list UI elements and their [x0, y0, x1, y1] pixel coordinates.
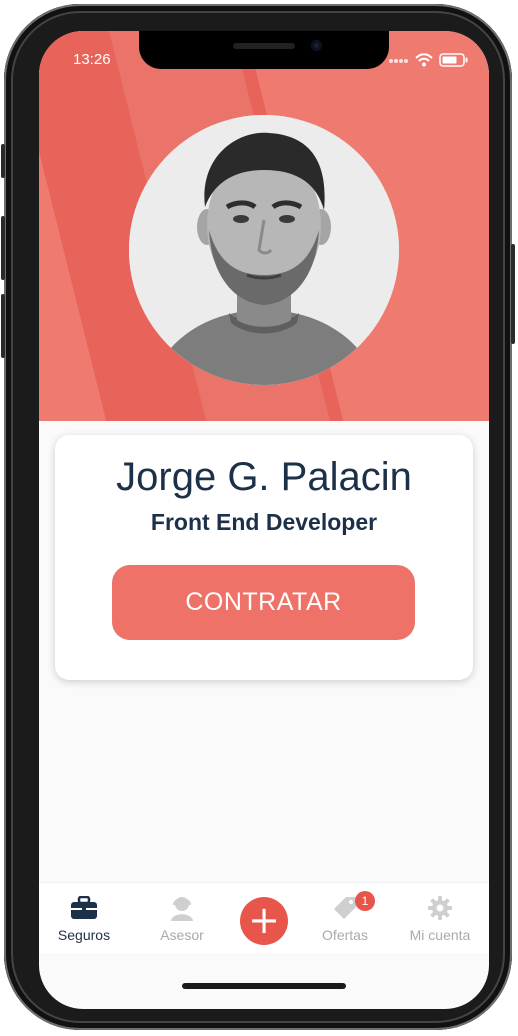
wifi-icon	[415, 53, 433, 67]
profile-role: Front End Developer	[150, 509, 378, 535]
side-button-volume-down	[1, 294, 5, 358]
tab-label: Seguros	[57, 927, 111, 943]
side-button-silent	[1, 144, 5, 178]
plus-icon: +	[248, 898, 280, 942]
tab-ofertas[interactable]: Ofertas	[300, 883, 390, 953]
tab-seguros[interactable]: Seguros	[39, 883, 129, 953]
tab-mi-cuenta[interactable]: Mi cuenta	[395, 883, 485, 953]
side-button-volume-up	[1, 216, 5, 280]
status-icons	[389, 53, 469, 67]
gear-icon	[428, 896, 452, 920]
profile-name: Jorge G. Palacin	[116, 455, 412, 499]
avatar	[129, 115, 399, 385]
home-indicator[interactable]	[182, 983, 346, 989]
add-button[interactable]: +	[240, 897, 288, 945]
tab-bar: Seguros Asesor + Ofertas 1 Mi cuenta	[39, 883, 489, 953]
speaker	[233, 43, 295, 49]
tab-label: Mi cuenta	[409, 927, 471, 943]
hire-button[interactable]: CONTRATAR	[112, 565, 415, 640]
tab-label: Ofertas	[322, 927, 368, 943]
phone-frame: 13:26 Jorge G. Palacin Front End Develop	[1, 4, 515, 1030]
side-button-power	[511, 244, 515, 344]
ofertas-badge: 1	[355, 891, 375, 911]
briefcase-icon	[71, 895, 97, 919]
avatar-photo	[129, 115, 399, 385]
advisor-icon	[171, 897, 193, 921]
front-camera	[311, 40, 322, 51]
battery-icon	[439, 53, 468, 67]
status-time: 13:26	[73, 51, 111, 68]
signal-icon	[389, 59, 408, 63]
profile-card: Jorge G. Palacin Front End Developer CON…	[55, 435, 473, 680]
tab-label: Asesor	[160, 927, 204, 943]
tab-asesor[interactable]: Asesor	[137, 883, 227, 953]
profile-header	[39, 31, 489, 421]
screen: 13:26 Jorge G. Palacin Front End Develop	[39, 31, 489, 1009]
notch	[139, 31, 389, 69]
